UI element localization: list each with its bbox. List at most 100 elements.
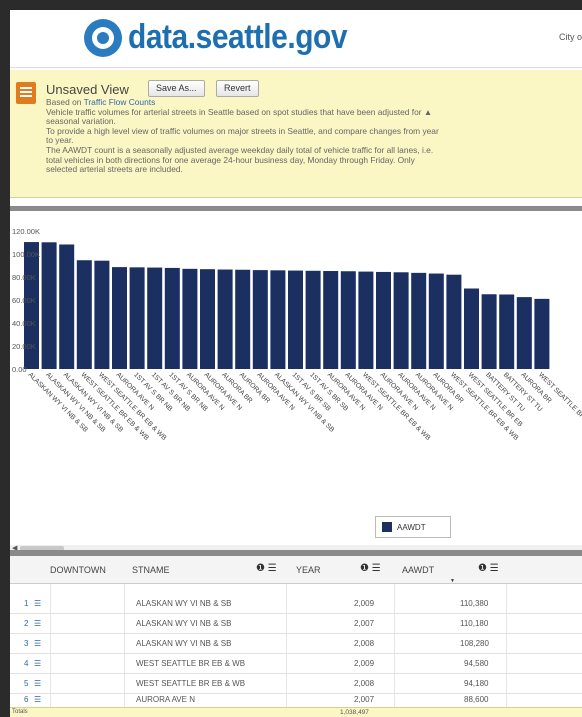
- chart-bar[interactable]: [464, 288, 479, 370]
- revert-button[interactable]: Revert: [216, 80, 259, 97]
- chart-bar[interactable]: [164, 267, 180, 369]
- chart-bar[interactable]: [499, 294, 515, 369]
- totals-label: Totals: [12, 709, 28, 715]
- chart-bar[interactable]: [41, 242, 57, 369]
- column-header-stname[interactable]: STNAME: [132, 565, 170, 575]
- sort-descending-icon: ▼: [450, 578, 455, 584]
- column-header-year[interactable]: YEAR: [296, 565, 321, 575]
- chart-bar[interactable]: [288, 270, 303, 369]
- x-tick-label: WEST SEATTLE BR EB & WB: [537, 371, 582, 442]
- row-menu-icon[interactable]: ☰: [34, 679, 41, 688]
- chart-bar[interactable]: [305, 270, 321, 369]
- table-row[interactable]: 4 ☰ WEST SEATTLE BR EB & WB 2,009 94,580: [10, 654, 582, 674]
- legend-swatch: [382, 522, 392, 532]
- dataset-icon: [16, 82, 36, 104]
- y-tick-label: 100.00K: [12, 250, 40, 259]
- chart-legend: AAWDT: [375, 516, 451, 538]
- cell-aawdt: 94,580: [464, 659, 489, 668]
- cell-aawdt: 110,180: [460, 619, 489, 628]
- bar-chart: ALASKAN WY VI NB & SBALASKAN WY VI NB & …: [12, 227, 582, 442]
- data-grid: DOWNTOWN STNAME ❶ ☰ YEAR ❶ ☰ AAWDT ❶ ☰ ▼…: [10, 556, 582, 717]
- cell-year: 2,007: [354, 695, 375, 703]
- column-menu-icon[interactable]: ❶ ☰: [256, 563, 277, 574]
- save-as-button[interactable]: Save As...: [148, 80, 205, 97]
- chart-bar[interactable]: [94, 260, 110, 369]
- chart-bar[interactable]: [182, 268, 198, 369]
- row-menu-icon[interactable]: ☰: [34, 695, 41, 703]
- cell-stname: ALASKAN WY VI NB & SB: [136, 599, 232, 608]
- column-header-aawdt[interactable]: AAWDT: [402, 565, 434, 575]
- description-line: To provide a high level view of traffic …: [46, 125, 439, 136]
- cell-aawdt: 94,180: [464, 679, 489, 688]
- chart-panel: ALASKAN WY VI NB & SB ALASKAN WY VI NB & …: [10, 206, 582, 553]
- y-tick-label: 40.00K: [12, 319, 36, 328]
- cell-aawdt: 88,600: [464, 695, 489, 703]
- view-info-panel: Unsaved View Save As... Revert Based on …: [10, 70, 582, 198]
- chart-bar[interactable]: [129, 267, 145, 369]
- chart-bar[interactable]: [252, 270, 268, 369]
- table-row[interactable]: 5 ☰ WEST SEATTLE BR EB & WB 2,008 94,180: [10, 674, 582, 694]
- chart-bar[interactable]: [481, 294, 497, 369]
- y-tick-label: 80.00K: [12, 273, 36, 282]
- chart-bar[interactable]: [147, 267, 163, 369]
- y-tick-label: 60.00K: [12, 296, 36, 305]
- row-menu-icon[interactable]: ☰: [34, 659, 41, 668]
- site-logo[interactable]: data.seattle.gov: [84, 18, 377, 57]
- table-row[interactable]: 1 ☰ ALASKAN WY VI NB & SB 2,009 110,380: [10, 594, 582, 614]
- chart-bar[interactable]: [112, 267, 127, 369]
- browser-frame: data.seattle.gov City o Unsaved View Sav…: [0, 0, 582, 717]
- cell-stname: ALASKAN WY VI NB & SB: [136, 619, 232, 628]
- site-header: data.seattle.gov City o: [10, 10, 582, 68]
- chart-bar[interactable]: [76, 260, 92, 369]
- y-tick-label: 0.00: [12, 365, 27, 374]
- row-number: 6: [24, 695, 29, 703]
- row-number: 5: [24, 679, 29, 688]
- chart-bar[interactable]: [200, 269, 215, 369]
- row-number: 1: [24, 599, 29, 608]
- chart-bar[interactable]: [376, 271, 391, 369]
- chart-bar[interactable]: [534, 298, 550, 369]
- chart-bar[interactable]: [340, 271, 356, 369]
- chart-bar[interactable]: [59, 244, 75, 369]
- cell-stname: ALASKAN WY VI NB & SB: [136, 639, 232, 648]
- cell-aawdt: 110,380: [460, 599, 489, 608]
- totals-value: 1,038,497: [340, 709, 369, 716]
- chart-bar[interactable]: [270, 270, 286, 369]
- column-menu-icon[interactable]: ❶ ☰: [360, 563, 381, 574]
- site-name: data.seattle.gov: [128, 18, 348, 56]
- city-link[interactable]: City o: [559, 32, 582, 42]
- row-number: 4: [24, 659, 29, 668]
- chart-bar[interactable]: [323, 271, 339, 369]
- table-header: DOWNTOWN STNAME ❶ ☰ YEAR ❶ ☰ AAWDT ❶ ☰ ▼: [10, 556, 582, 584]
- chart-bar[interactable]: [411, 272, 427, 369]
- y-tick-label: 120.00K: [12, 227, 40, 236]
- chart-bar[interactable]: [393, 272, 409, 369]
- chart-bar[interactable]: [446, 274, 462, 369]
- chart-bar[interactable]: [516, 297, 532, 369]
- cell-year: 2,007: [354, 619, 375, 628]
- row-menu-icon[interactable]: ☰: [34, 639, 41, 648]
- chart-bar[interactable]: [217, 269, 233, 369]
- cell-stname: WEST SEATTLE BR EB & WB: [136, 679, 246, 688]
- column-header-downtown[interactable]: DOWNTOWN: [50, 565, 106, 575]
- table-row[interactable]: 3 ☰ ALASKAN WY VI NB & SB 2,008 108,280: [10, 634, 582, 654]
- chart-bar[interactable]: [428, 273, 444, 369]
- chart-bar[interactable]: [358, 271, 374, 369]
- cell-year: 2,009: [354, 599, 375, 608]
- cell-aawdt: 108,280: [460, 639, 489, 648]
- row-menu-icon[interactable]: ☰: [34, 599, 41, 608]
- legend-label: AAWDT: [397, 522, 426, 532]
- table-row[interactable]: 2 ☰ ALASKAN WY VI NB & SB 2,007 110,180: [10, 614, 582, 634]
- view-title: Unsaved View: [46, 82, 129, 97]
- y-tick-label: 20.00K: [12, 342, 36, 351]
- cell-stname: WEST SEATTLE BR EB & WB: [136, 659, 246, 668]
- table-row-partial[interactable]: 6 ☰ AURORA AVE N 2,007 88,600: [10, 695, 582, 703]
- cell-stname: AURORA AVE N: [136, 695, 195, 703]
- based-on-link[interactable]: Traffic Flow Counts: [84, 97, 156, 107]
- view-description: Based on Traffic Flow Counts Vehicle tra…: [46, 97, 546, 175]
- column-menu-icon[interactable]: ❶ ☰: [478, 563, 499, 574]
- cell-year: 2,008: [354, 639, 375, 648]
- row-menu-icon[interactable]: ☰: [34, 619, 41, 628]
- row-number: 2: [24, 619, 29, 628]
- chart-bar[interactable]: [235, 269, 251, 369]
